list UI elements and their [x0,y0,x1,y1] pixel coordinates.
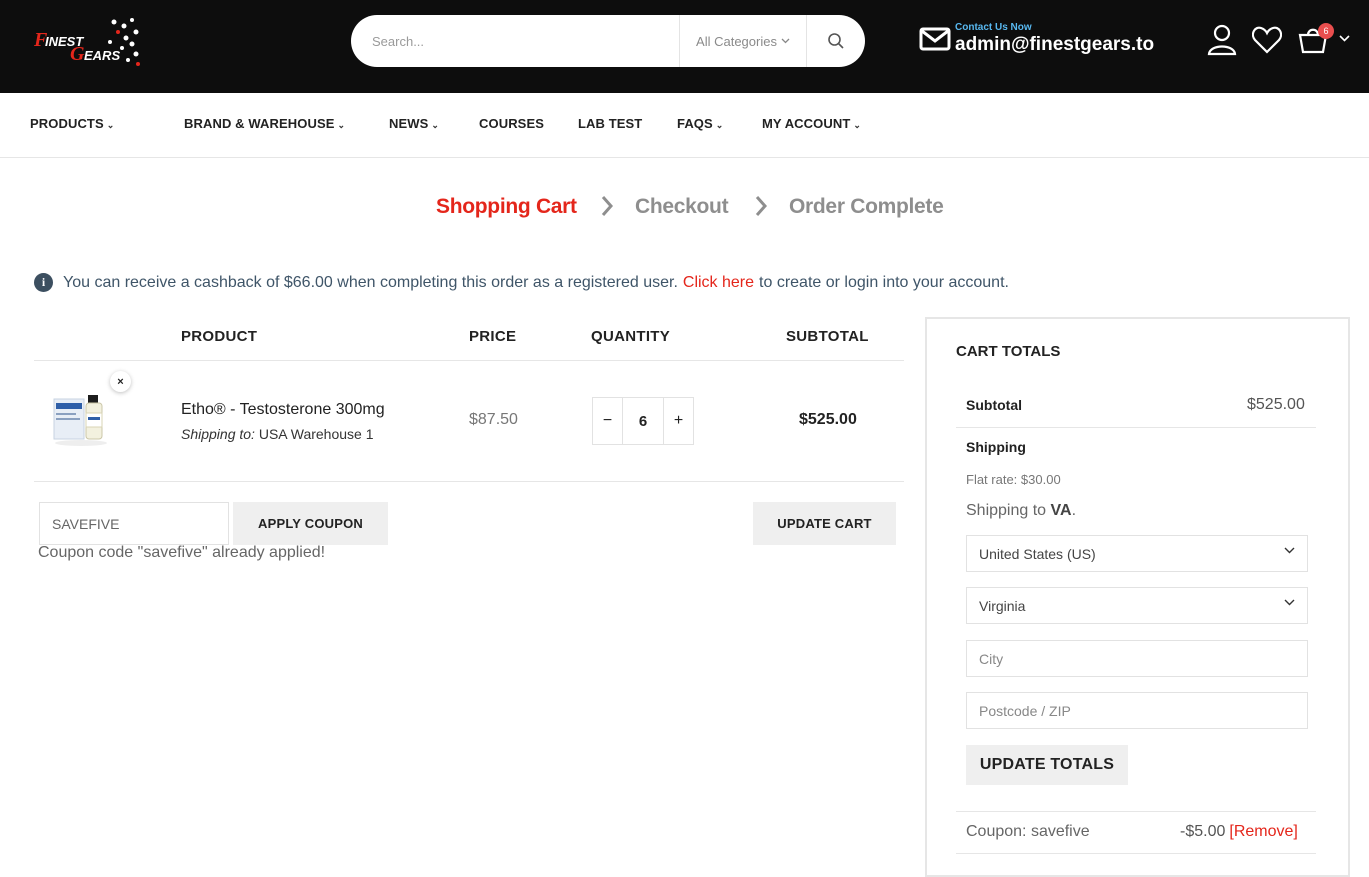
chevron-right-icon [601,196,614,216]
divider [956,427,1316,428]
divider [34,481,904,482]
step-checkout[interactable]: Checkout [635,195,729,219]
coupon-applied-label: Coupon: savefive [966,823,1090,840]
search-button[interactable] [807,15,865,67]
info-icon: i [34,273,53,292]
notice-login-link[interactable]: Click here [683,274,754,292]
coupon-code-input[interactable]: SAVEFIVE [39,502,229,545]
shipping-destination: Shipping to VA. [966,502,1077,519]
increase-quantity-button[interactable]: + [664,398,693,444]
chevron-down-icon: ⌄ [337,120,346,130]
coupon-message: Coupon code "savefive" already applied! [38,544,326,561]
chevron-down-icon: ⌄ [106,120,115,130]
product-thumbnail[interactable] [52,393,110,447]
quantity-stepper: − 6 + [592,397,694,445]
divider [34,360,904,361]
product-shipping: Shipping to: USA Warehouse 1 [181,426,374,442]
coupon-applied-value: -$5.00 [Remove] [1180,823,1298,841]
notice-text: You can receive a cashback of $66.00 whe… [63,273,678,291]
contact-block[interactable]: Contact Us Now admin@finestgears.to [919,22,1154,56]
coupon-discount: -$5.00 [1180,823,1226,840]
remove-item-button[interactable]: × [110,371,131,392]
nav-item-faqs[interactable]: FAQS ⌄ [677,116,723,131]
subtotal-label: Subtotal [966,397,1022,413]
product-name-link[interactable]: Etho® - Testosterone 300mg [181,401,385,419]
nav-item-label: MY ACCOUNT [762,116,851,131]
shipping-label: Shipping to: [181,426,255,442]
remove-coupon-link[interactable]: [Remove] [1229,823,1297,840]
nav-item-label: BRAND & WAREHOUSE [184,116,335,131]
apply-coupon-button[interactable]: APPLY COUPON [233,502,388,545]
top-header-bar: F INEST G EARS All Categories Contact Us… [0,0,1369,93]
city-input[interactable]: City [966,640,1308,677]
col-header-price: PRICE [469,328,517,345]
search-bar: All Categories [351,15,865,67]
nav-item-news[interactable]: NEWS ⌄ [389,116,439,131]
site-logo[interactable]: F INEST G EARS [32,16,142,68]
nav-item-label: PRODUCTS [30,116,104,131]
col-header-subtotal: SUBTOTAL [786,328,869,345]
flat-rate-text: Flat rate: $30.00 [966,472,1061,487]
ship-to-state: VA [1050,502,1072,519]
country-select-value: United States (US) [979,545,1096,562]
category-select[interactable]: All Categories [679,15,807,67]
state-select-value: Virginia [979,597,1026,614]
contact-label: Contact Us Now [955,22,1032,33]
state-select[interactable]: Virginia [966,587,1308,624]
mail-icon [919,27,951,51]
subtotal-value: $525.00 [1247,396,1305,413]
search-icon [828,33,844,49]
nav-item-courses[interactable]: COURSES [479,116,544,131]
decrease-quantity-button[interactable]: − [593,398,622,444]
search-input[interactable] [351,15,679,67]
nav-item-lab-test[interactable]: LAB TEST [578,116,642,131]
country-select[interactable]: United States (US) [966,535,1308,572]
chevron-down-icon[interactable] [1339,33,1350,45]
category-select-label: All Categories [696,33,777,49]
update-totals-button[interactable]: UPDATE TOTALS [966,745,1128,785]
svg-text:EARS: EARS [84,48,120,63]
shipping-label: Shipping [966,439,1026,455]
ship-to-prefix: Shipping to [966,502,1047,519]
nav-item-label: LAB TEST [578,116,643,131]
postcode-input[interactable]: Postcode / ZIP [966,692,1308,729]
heart-icon[interactable] [1252,26,1282,54]
cart-count-badge: 6 [1318,23,1334,39]
chevron-right-icon [755,196,768,216]
nav-item-label: NEWS [389,116,429,131]
product-subtotal: $525.00 [799,411,857,428]
chevron-down-icon [1284,599,1295,606]
divider [956,811,1316,812]
shipping-value: USA Warehouse 1 [258,426,374,442]
notice-text-after: to create or login into your account. [759,273,1009,291]
chevron-down-icon: ⌄ [715,120,724,130]
update-cart-button[interactable]: UPDATE CART [753,502,896,545]
svg-text:G: G [70,43,85,65]
step-shopping-cart[interactable]: Shopping Cart [436,195,577,219]
nav-item-label: COURSES [479,116,544,131]
chevron-down-icon: ⌄ [431,120,440,130]
col-header-quantity: QUANTITY [591,328,671,345]
cart-totals-title: CART TOTALS [956,343,1061,360]
chevron-down-icon [1284,547,1295,554]
nav-item-my-account[interactable]: MY ACCOUNT ⌄ [762,116,861,131]
divider [956,853,1316,854]
cashback-notice: i You can receive a cashback of $66.00 w… [34,273,1009,292]
nav-item-brand-warehouse[interactable]: BRAND & WAREHOUSE ⌄ [184,116,345,131]
nav-item-label: FAQS [677,116,713,131]
main-nav: PRODUCTS ⌄ BRAND & WAREHOUSE ⌄ NEWS ⌄ COURS… [0,93,1369,158]
product-price: $87.50 [469,411,518,428]
step-order-complete: Order Complete [789,195,944,218]
chevron-down-icon: ⌄ [853,120,862,130]
user-icon[interactable] [1207,24,1237,56]
quantity-input[interactable]: 6 [622,398,664,444]
contact-email[interactable]: admin@finestgears.to [955,34,1154,56]
chevron-down-icon [781,36,790,46]
col-header-product: PRODUCT [181,328,258,345]
nav-item-products[interactable]: PRODUCTS ⌄ [30,116,114,131]
